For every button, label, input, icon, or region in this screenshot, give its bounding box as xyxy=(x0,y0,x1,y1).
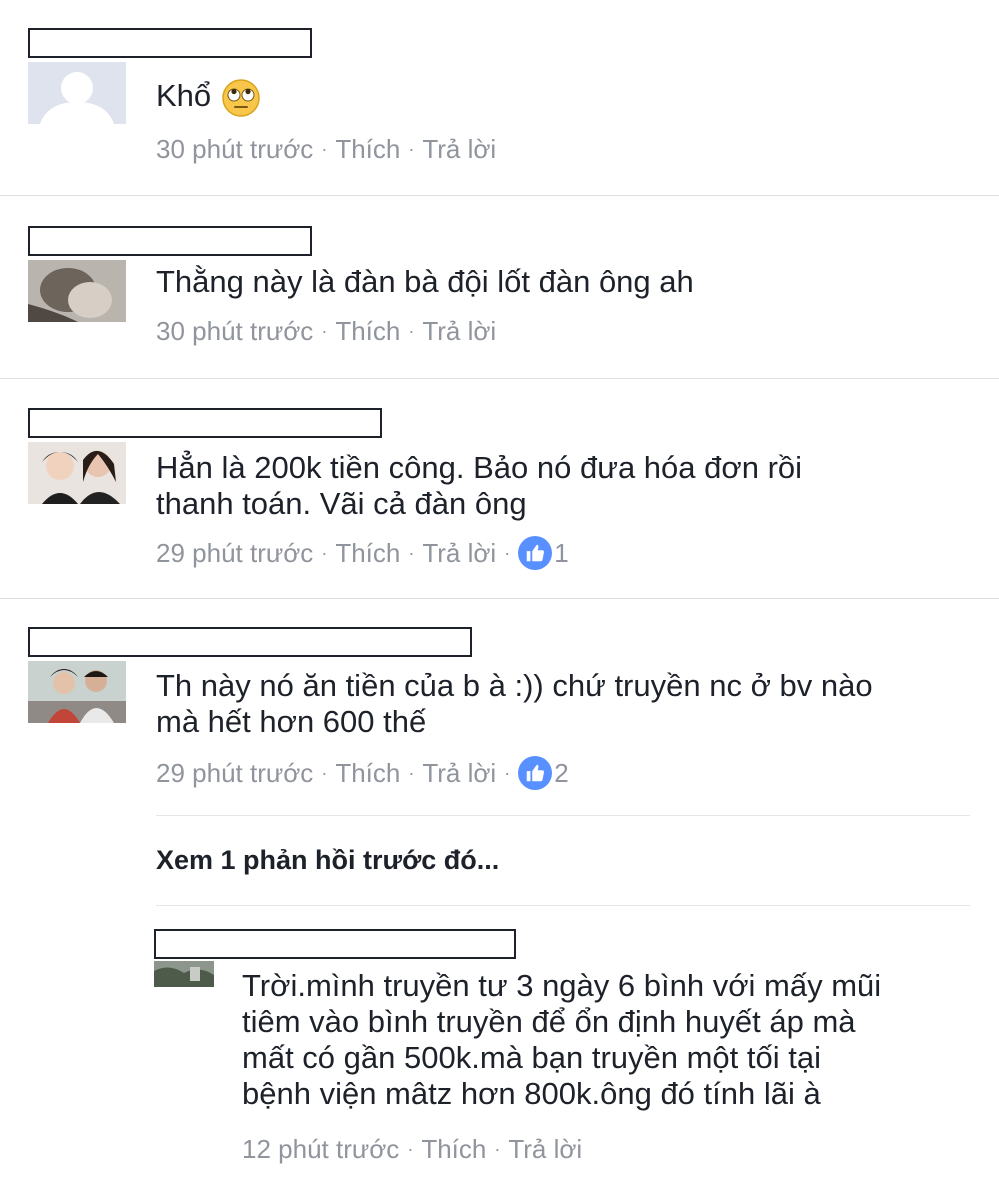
avatar[interactable] xyxy=(28,260,126,322)
profile-photo-icon xyxy=(28,661,126,723)
timestamp[interactable]: 12 phút trước xyxy=(242,1134,399,1164)
timestamp[interactable]: 30 phút trước xyxy=(156,316,313,346)
timestamp[interactable]: 29 phút trước xyxy=(156,538,313,568)
comment-text: Th này nó ăn tiền của b à :)) chứ truyền… xyxy=(156,668,873,739)
divider xyxy=(156,815,970,816)
like-link[interactable]: Thích xyxy=(335,316,400,346)
avatar[interactable] xyxy=(154,961,214,987)
profile-photo-icon xyxy=(154,961,214,987)
timestamp[interactable]: 30 phút trước xyxy=(156,134,313,164)
avatar[interactable] xyxy=(28,442,126,504)
divider xyxy=(0,598,999,599)
divider xyxy=(0,378,999,379)
redacted-author-name xyxy=(28,226,312,256)
view-previous-replies-link[interactable]: Xem 1 phản hồi trước đó... xyxy=(156,845,499,876)
comment-meta: 12 phút trước · Thích · Trả lời xyxy=(242,1134,583,1164)
profile-photo-icon xyxy=(28,442,126,504)
redacted-author-name xyxy=(154,929,516,959)
comment-text: Thằng này là đàn bà đội lốt đàn ông ah xyxy=(156,264,694,299)
redacted-author-name xyxy=(28,28,312,58)
comment-text: Khổ xyxy=(156,78,261,118)
comment-meta: 29 phút trước · Thích · Trả lời · 2 xyxy=(156,756,569,790)
divider xyxy=(0,195,999,196)
like-link[interactable]: Thích xyxy=(335,758,400,788)
redacted-author-name xyxy=(28,627,472,657)
avatar[interactable] xyxy=(28,62,126,124)
like-link[interactable]: Thích xyxy=(421,1134,486,1164)
comment-text: Hẳn là 200k tiền công. Bảo nó đưa hóa đơ… xyxy=(156,450,803,521)
timestamp[interactable]: 29 phút trước xyxy=(156,758,313,788)
reply-link[interactable]: Trả lời xyxy=(422,758,496,788)
reply-link[interactable]: Trả lời xyxy=(508,1134,582,1164)
like-count: 2 xyxy=(554,758,569,788)
reply-link[interactable]: Trả lời xyxy=(422,134,496,164)
comment-text: Trời.mình truyền tư 3 ngày 6 bình với mấ… xyxy=(242,968,882,1111)
like-link[interactable]: Thích xyxy=(335,538,400,568)
thumbs-up-icon[interactable] xyxy=(518,536,553,570)
default-avatar-icon xyxy=(28,62,126,124)
like-link[interactable]: Thích xyxy=(335,134,400,164)
comment-meta: 29 phút trước · Thích · Trả lời · 1 xyxy=(156,536,569,570)
divider xyxy=(156,905,970,906)
comment-meta: 30 phút trước · Thích · Trả lời xyxy=(156,316,497,346)
reply-link[interactable]: Trả lời xyxy=(422,316,496,346)
comment-meta: 30 phút trước · Thích · Trả lời xyxy=(156,134,497,164)
rolling-eyes-emoji-icon xyxy=(221,78,261,118)
profile-photo-icon xyxy=(28,260,126,322)
avatar[interactable] xyxy=(28,661,126,723)
thumbs-up-icon[interactable] xyxy=(518,756,553,790)
like-count: 1 xyxy=(554,538,569,568)
reply-link[interactable]: Trả lời xyxy=(422,538,496,568)
redacted-author-name xyxy=(28,408,382,438)
